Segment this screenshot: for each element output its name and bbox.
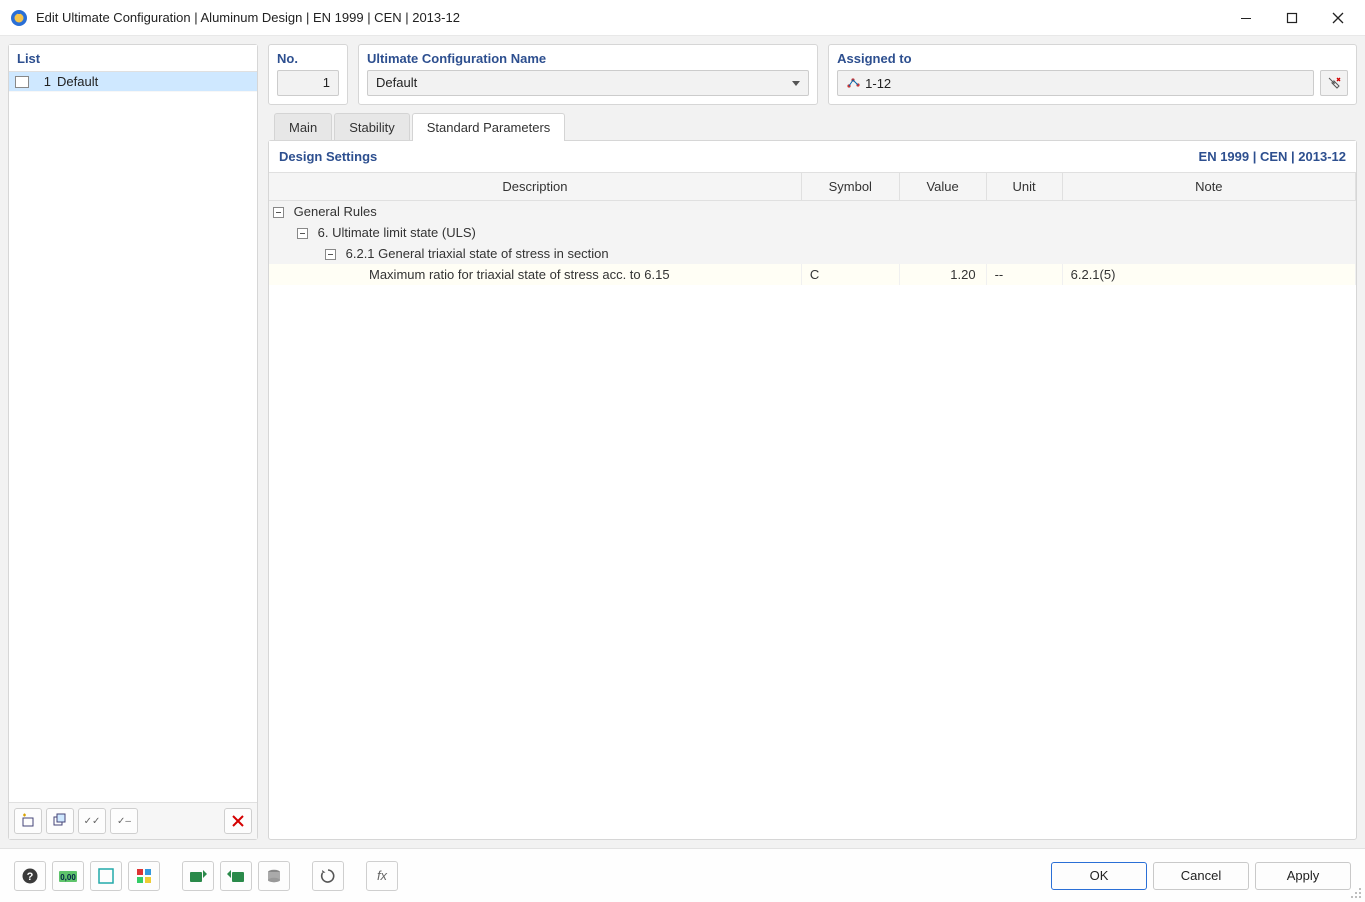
col-unit[interactable]: Unit (986, 173, 1062, 201)
assigned-label: Assigned to (829, 45, 1356, 70)
close-button[interactable] (1315, 0, 1361, 36)
section-standard: EN 1999 | CEN | 2013-12 (1199, 149, 1346, 164)
colors-button[interactable] (128, 861, 160, 891)
minimize-button[interactable] (1223, 0, 1269, 36)
window-title: Edit Ultimate Configuration | Aluminum D… (36, 10, 1223, 25)
tab-main[interactable]: Main (274, 113, 332, 141)
members-icon (846, 77, 860, 89)
tree-node[interactable]: General Rules (269, 201, 1356, 223)
tab-standard-parameters[interactable]: Standard Parameters (412, 113, 566, 141)
resize-grip[interactable] (1348, 885, 1362, 899)
name-field-box: Ultimate Configuration Name Default (358, 44, 818, 105)
ok-button[interactable]: OK (1051, 862, 1147, 890)
titlebar: Edit Ultimate Configuration | Aluminum D… (0, 0, 1365, 36)
collapse-icon[interactable] (273, 207, 284, 218)
bottom-bar: ? 0,00 fx OK Cancel Apply (0, 848, 1365, 902)
apply-button[interactable]: Apply (1255, 862, 1351, 890)
name-combo[interactable]: Default (367, 70, 809, 96)
section-bar: Design Settings EN 1999 | CEN | 2013-12 (269, 141, 1356, 173)
assigned-input[interactable]: 1-12 (837, 70, 1314, 96)
col-value[interactable]: Value (899, 173, 986, 201)
tree-node[interactable]: 6. Ultimate limit state (ULS) (269, 222, 1356, 243)
view-button[interactable] (90, 861, 122, 891)
tabs: Main Stability Standard Parameters (268, 113, 1357, 141)
list-header: List (9, 45, 257, 72)
row-value[interactable]: 1.20 (899, 264, 986, 285)
pick-members-button[interactable] (1320, 70, 1348, 96)
section-title: Design Settings (279, 149, 377, 164)
row-note: 6.2.1(5) (1062, 264, 1355, 285)
new-item-button[interactable] (14, 808, 42, 834)
collapse-icon[interactable] (297, 228, 308, 239)
svg-text:?: ? (27, 871, 34, 883)
tab-body: Design Settings EN 1999 | CEN | 2013-12 … (268, 140, 1357, 840)
units-button[interactable]: 0,00 (52, 861, 84, 891)
check-all-button[interactable]: ✓✓ (78, 808, 106, 834)
list-toolbar: ✓✓ ✓‒ (9, 802, 257, 839)
name-value: Default (376, 75, 417, 90)
tree-node[interactable]: 6.2.1 General triaxial state of stress i… (269, 243, 1356, 264)
app-icon (10, 9, 28, 27)
table-row[interactable]: Maximum ratio for triaxial state of stre… (269, 264, 1356, 285)
row-description: Maximum ratio for triaxial state of stre… (369, 267, 670, 282)
col-description[interactable]: Description (269, 173, 801, 201)
formula-button[interactable]: fx (366, 861, 398, 891)
tree-label: 6.2.1 General triaxial state of stress i… (346, 246, 609, 261)
delete-item-button[interactable] (224, 808, 252, 834)
name-label: Ultimate Configuration Name (359, 45, 817, 70)
col-note[interactable]: Note (1062, 173, 1355, 201)
tab-stability[interactable]: Stability (334, 113, 410, 141)
tree-label: 6. Ultimate limit state (ULS) (318, 225, 476, 240)
import-button[interactable] (182, 861, 214, 891)
right-pane: No. 1 Ultimate Configuration Name Defaul… (268, 44, 1357, 840)
parameters-table: Description Symbol Value Unit Note Gener… (269, 173, 1356, 285)
help-button[interactable]: ? (14, 861, 46, 891)
assigned-value: 1-12 (865, 76, 891, 91)
list-item-number: 1 (35, 74, 51, 89)
svg-text:0,00: 0,00 (60, 873, 76, 882)
assigned-field-box: Assigned to 1-12 (828, 44, 1357, 105)
uncheck-all-button[interactable]: ✓‒ (110, 808, 138, 834)
tree-label: General Rules (294, 204, 377, 219)
no-field-box: No. 1 (268, 44, 348, 105)
no-label: No. (269, 45, 347, 70)
list-pane: List 1 Default ✓✓ ✓‒ (8, 44, 258, 840)
copy-item-button[interactable] (46, 808, 74, 834)
no-input[interactable]: 1 (277, 70, 339, 96)
reset-button[interactable] (312, 861, 344, 891)
database-button[interactable] (258, 861, 290, 891)
list-body[interactable]: 1 Default (9, 72, 257, 802)
list-item-swatch (15, 76, 29, 88)
export-button[interactable] (220, 861, 252, 891)
cancel-button[interactable]: Cancel (1153, 862, 1249, 890)
row-unit: -- (986, 264, 1062, 285)
collapse-icon[interactable] (325, 249, 336, 260)
maximize-button[interactable] (1269, 0, 1315, 36)
row-symbol: C (801, 264, 899, 285)
col-symbol[interactable]: Symbol (801, 173, 899, 201)
list-item-name: Default (57, 74, 251, 89)
window-controls (1223, 0, 1361, 36)
list-item[interactable]: 1 Default (9, 72, 257, 92)
